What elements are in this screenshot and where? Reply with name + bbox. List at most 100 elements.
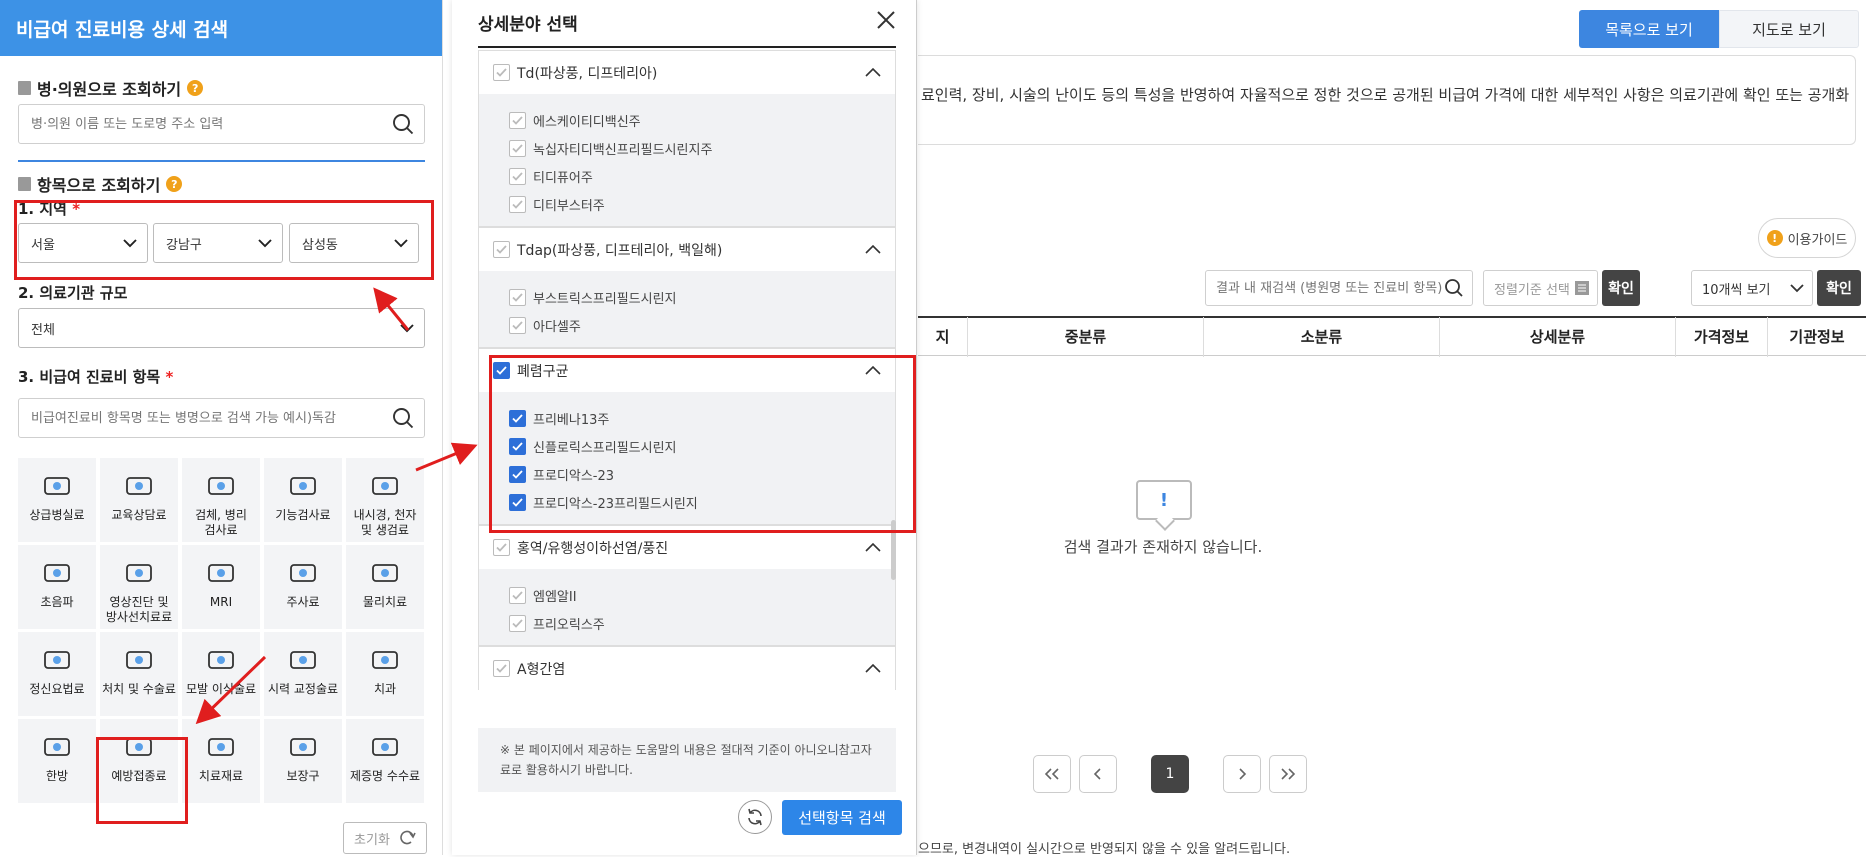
sort-confirm-button[interactable]: 확인 [1602, 270, 1640, 306]
category-tile[interactable]: 영상진단 및 방사선치료료 [100, 545, 178, 629]
category-label: 검체, 병리 [195, 508, 247, 522]
field-group-title: Td(파상풍, 디프테리아) [493, 63, 657, 83]
page-size-select[interactable]: 10개씩 보기 [1691, 270, 1813, 306]
field-group-items: 부스트릭스프리필드시린지 아다셀주 [479, 271, 895, 347]
group-checkbox[interactable] [493, 241, 510, 258]
hospital-search-input[interactable] [31, 116, 392, 132]
field-item[interactable]: 녹십자티디백신프리필드시린지주 [509, 134, 895, 162]
category-tile[interactable]: 교육상담료 [100, 458, 178, 542]
tab-map-view[interactable]: 지도로 보기 [1719, 10, 1859, 48]
refresh-icon[interactable] [738, 800, 772, 834]
field-item[interactable]: 디티부스터주 [509, 190, 895, 218]
category-tile[interactable]: 물리치료 [346, 545, 424, 629]
field-group-title: 홍역/유행성이하선염/풍진 [493, 538, 668, 558]
item-checkbox[interactable] [509, 437, 526, 455]
item-search-box [18, 398, 425, 438]
item-checkbox[interactable] [509, 195, 526, 213]
field-item[interactable]: 아다셀주 [509, 311, 895, 339]
search-icon[interactable] [392, 407, 414, 429]
item-checkbox[interactable] [509, 167, 526, 185]
category-tile[interactable]: 주사료 [264, 545, 342, 629]
chevron-up-icon[interactable] [865, 366, 881, 375]
first-page-icon[interactable] [1033, 755, 1071, 793]
category-tile[interactable]: 치료재료 [182, 719, 260, 803]
category-tile[interactable]: 상급병실료 [18, 458, 96, 542]
dong-select[interactable]: 삼성동 [289, 223, 419, 263]
category-tile[interactable]: 한방 [18, 719, 96, 803]
city-select[interactable]: 서울 [18, 223, 148, 263]
item-checkbox[interactable] [509, 465, 526, 483]
field-group-items: 에스케이티디백신주 녹십자티디백신프리필드시린지주 티디퓨어주 디티부스터주 [479, 94, 895, 226]
field-group-header[interactable]: A형간염 [479, 646, 895, 690]
prev-page-icon[interactable] [1079, 755, 1117, 793]
item-checkbox[interactable] [509, 111, 526, 129]
field-item[interactable]: 부스트릭스프리필드시린지 [509, 283, 895, 311]
item-checkbox[interactable] [509, 288, 526, 306]
field-group: Td(파상풍, 디프테리아) 에스케이티디백신주 녹십자티디백신프리필드시린지주 티디… [478, 50, 896, 227]
category-tile[interactable]: 제증명 수수료 [346, 719, 424, 803]
page-number-current[interactable]: 1 [1151, 755, 1189, 793]
help-icon[interactable]: ? [187, 80, 204, 96]
guide-button[interactable]: ! 이용가이드 [1758, 218, 1856, 258]
item-checkbox[interactable] [509, 614, 526, 632]
category-tile[interactable]: 예방접종료 [100, 719, 178, 803]
search-icon[interactable] [392, 113, 414, 135]
category-tile[interactable]: 검체, 병리 검사료 [182, 458, 260, 542]
page-size-confirm-button[interactable]: 확인 [1817, 270, 1861, 306]
item-checkbox[interactable] [509, 139, 526, 157]
category-tile[interactable]: 모발 이식술료 [182, 632, 260, 716]
sort-select[interactable]: 정렬기준 선택 [1483, 270, 1598, 306]
group-checkbox[interactable] [493, 539, 510, 556]
close-icon[interactable] [876, 10, 896, 30]
next-page-icon[interactable] [1223, 755, 1261, 793]
scale-value: 전체 [31, 322, 55, 338]
group-checkbox[interactable] [493, 362, 510, 379]
item-checkbox[interactable] [509, 409, 526, 427]
tab-list-view[interactable]: 목록으로 보기 [1579, 10, 1719, 48]
category-tile[interactable]: 치과 [346, 632, 424, 716]
field-group-header[interactable]: Tdap(파상풍, 디프테리아, 백일해) [479, 227, 895, 271]
chevron-up-icon[interactable] [865, 68, 881, 77]
item-checkbox[interactable] [509, 493, 526, 511]
group-checkbox[interactable] [493, 64, 510, 81]
scale-select[interactable]: 전체 [18, 308, 425, 348]
help-icon[interactable]: ? [166, 176, 183, 192]
field-item[interactable]: 프로디악스-23프리필드시린지 [509, 488, 895, 516]
search-icon[interactable] [1444, 278, 1464, 298]
category-tile[interactable]: 시력 교정술료 [264, 632, 342, 716]
chevron-up-icon[interactable] [865, 245, 881, 254]
category-tile[interactable]: MRI [182, 545, 260, 629]
field-item[interactable]: 프로디악스-23 [509, 460, 895, 488]
reset-button[interactable]: 초기화 [343, 822, 427, 854]
category-label: MRI [209, 595, 233, 609]
scrollbar[interactable] [891, 520, 896, 580]
category-tile[interactable]: 보장구 [264, 719, 342, 803]
district-select[interactable]: 강남구 [153, 223, 283, 263]
selected-item-search-button[interactable]: 선택항목 검색 [782, 800, 902, 835]
category-tile[interactable]: 기능검사료 [264, 458, 342, 542]
chevron-up-icon[interactable] [865, 664, 881, 673]
field-item[interactable]: 에스케이티디백신주 [509, 106, 895, 134]
category-label: 검사료 [204, 523, 238, 537]
last-page-icon[interactable] [1269, 755, 1307, 793]
field-group-header[interactable]: Td(파상풍, 디프테리아) [479, 50, 895, 94]
field-group-header[interactable]: 폐렴구균 [479, 348, 895, 392]
category-tile[interactable]: 초음파 [18, 545, 96, 629]
category-tile[interactable]: 내시경, 천자 및 생검료 [346, 458, 424, 542]
item-checkbox[interactable] [509, 586, 526, 604]
category-tile[interactable]: 처치 및 수술료 [100, 632, 178, 716]
field-item[interactable]: 프리베나13주 [509, 404, 895, 432]
field-item[interactable]: 티디퓨어주 [509, 162, 895, 190]
result-search-input[interactable] [1216, 280, 1444, 296]
category-tile[interactable]: 정신요법료 [18, 632, 96, 716]
field-item[interactable]: 신플로릭스프리필드시린지 [509, 432, 895, 460]
item-checkbox[interactable] [509, 316, 526, 334]
item-search-input[interactable] [31, 410, 392, 426]
chevron-up-icon[interactable] [865, 543, 881, 552]
group-checkbox[interactable] [493, 660, 510, 677]
field-group-header[interactable]: 홍역/유행성이하선염/풍진 [479, 525, 895, 569]
item-label: 프리베나13주 [533, 412, 610, 428]
field-item[interactable]: 프리오릭스주 [509, 609, 895, 637]
field-item[interactable]: 엠엠알II [509, 581, 895, 609]
